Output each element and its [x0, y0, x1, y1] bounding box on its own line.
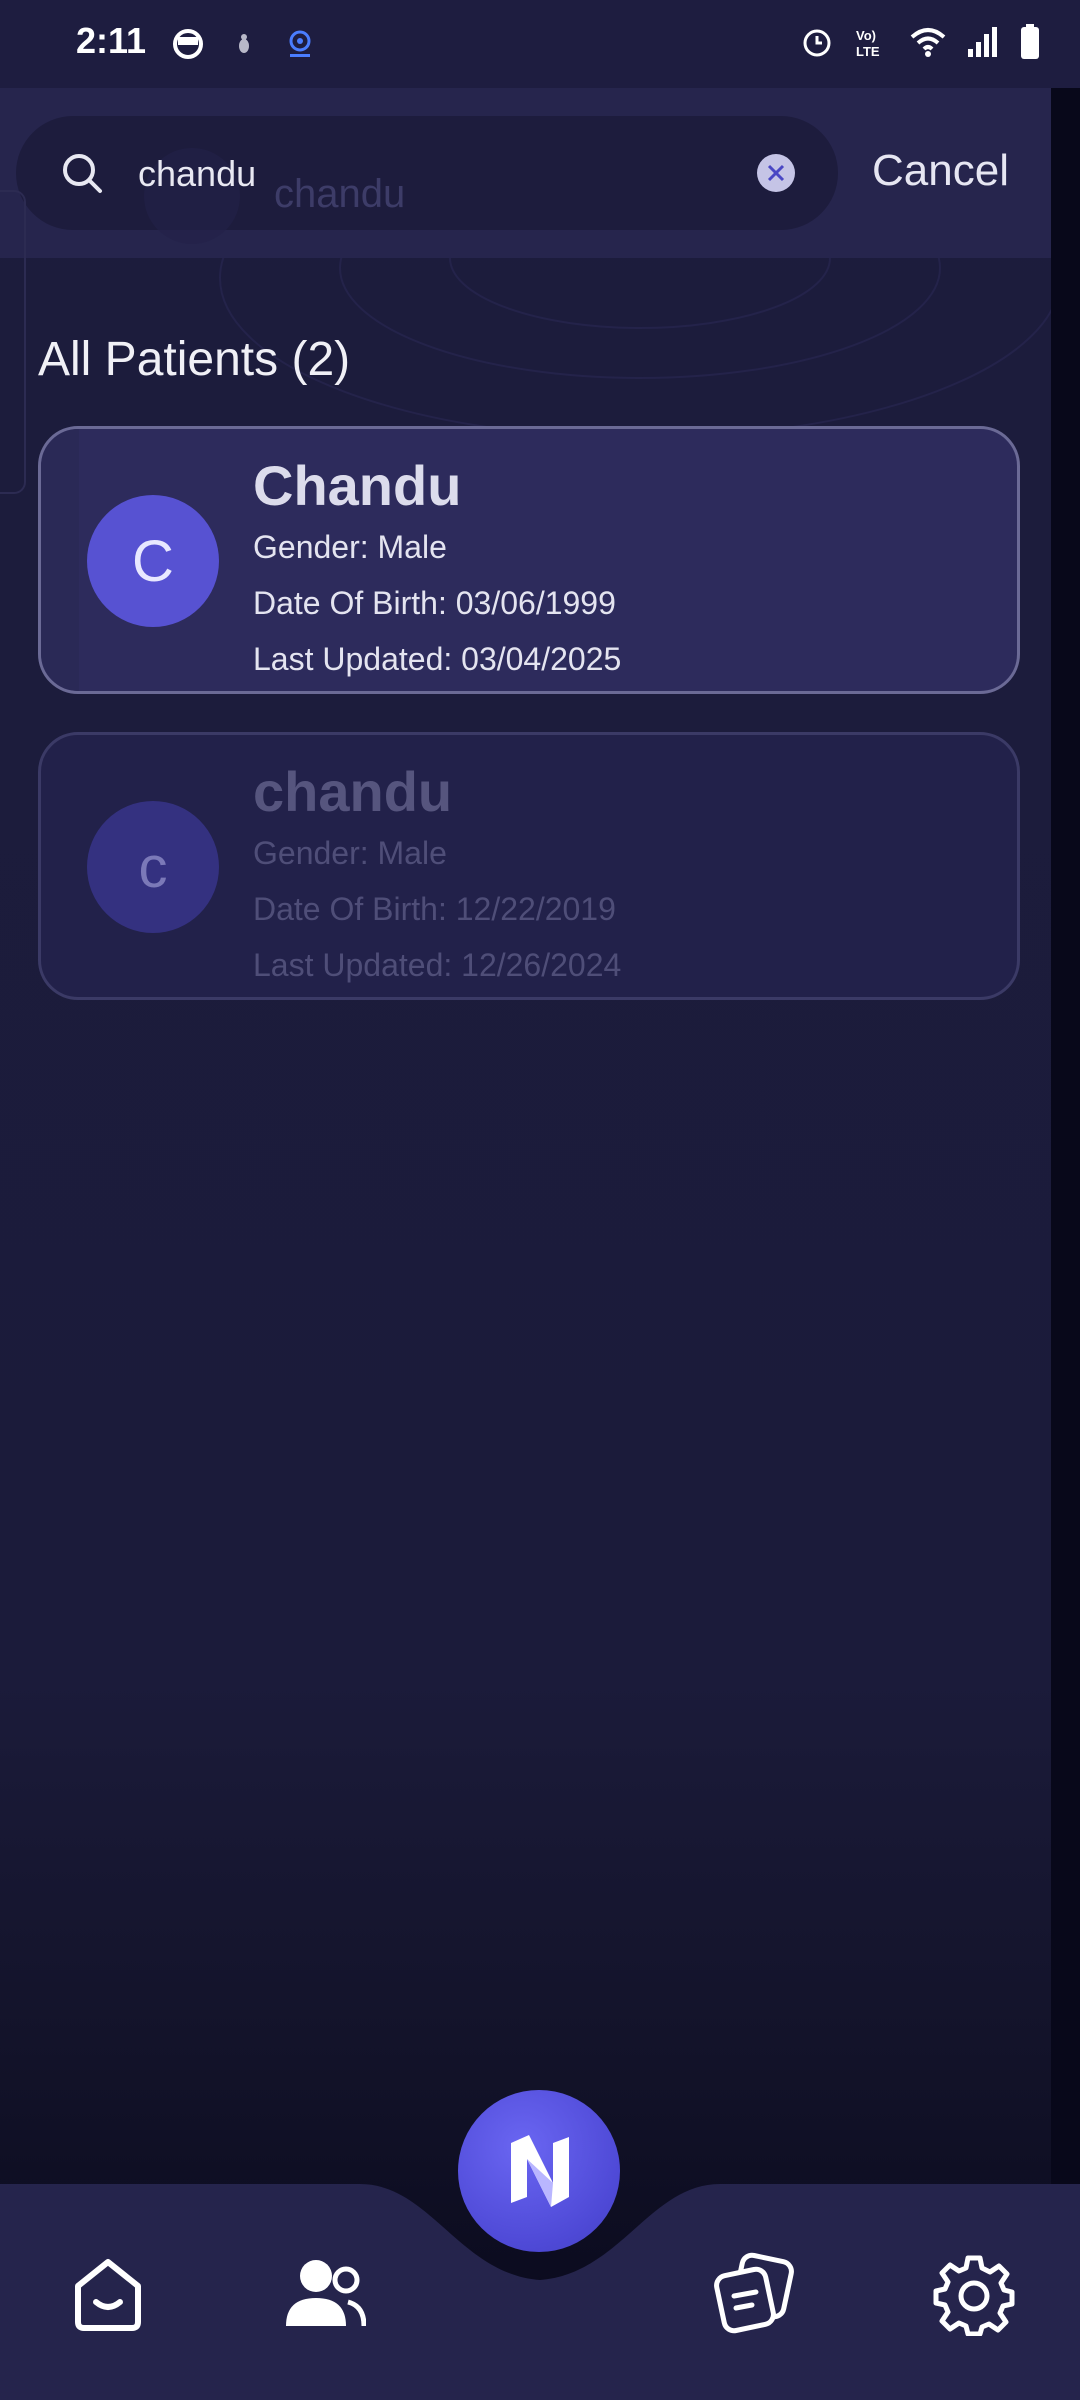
clear-search-icon[interactable] [756, 153, 796, 198]
face-icon [170, 26, 206, 67]
volte-icon: Vo) LTE [854, 25, 890, 64]
search-box[interactable]: chandu [16, 116, 838, 244]
patient-gender: Gender: Male [253, 529, 447, 565]
svg-text:Vo): Vo) [856, 28, 876, 43]
webcam-icon [282, 26, 318, 67]
avatar: c [87, 801, 219, 933]
patient-card[interactable]: c chandu Gender: Male Date Of Birth: 12/… [38, 732, 1020, 1000]
patient-dob: Date Of Birth: 03/06/1999 [253, 585, 616, 621]
wifi-icon [910, 25, 946, 64]
side-drawer-handle[interactable] [0, 190, 26, 494]
search-header: chandu Cancel [0, 88, 1051, 258]
signal-icon [966, 25, 1000, 64]
patients-icon[interactable] [282, 2252, 367, 2341]
section-title: All Patients (2) [38, 333, 351, 386]
search-icon [60, 151, 104, 200]
svg-text:LTE: LTE [856, 44, 880, 59]
patient-name: Chandu [253, 454, 462, 517]
notes-icon[interactable] [712, 2252, 796, 2341]
n-logo-icon [511, 2135, 569, 2207]
battery-icon [1020, 24, 1040, 65]
status-time: 2:11 [76, 20, 147, 61]
patient-name: chandu [253, 760, 453, 823]
settings-icon[interactable] [932, 2252, 1016, 2341]
cancel-button[interactable]: Cancel [872, 146, 1009, 196]
bug-icon [226, 26, 262, 67]
patient-last-updated: Last Updated: 12/26/2024 [253, 947, 622, 983]
alarm-icon [800, 25, 834, 64]
avatar: C [87, 495, 219, 627]
app-logo-button[interactable] [458, 2090, 620, 2252]
search-input[interactable] [136, 144, 740, 204]
patient-last-updated: Last Updated: 03/04/2025 [253, 641, 622, 677]
status-bar: 2:11 Vo) LTE [0, 0, 1080, 88]
home-icon[interactable] [66, 2252, 150, 2341]
patient-dob: Date Of Birth: 12/22/2019 [253, 891, 616, 927]
right-edge-shadow [1051, 88, 1080, 2184]
patient-gender: Gender: Male [253, 835, 447, 871]
patient-card[interactable]: C Chandu Gender: Male Date Of Birth: 03/… [38, 426, 1020, 694]
